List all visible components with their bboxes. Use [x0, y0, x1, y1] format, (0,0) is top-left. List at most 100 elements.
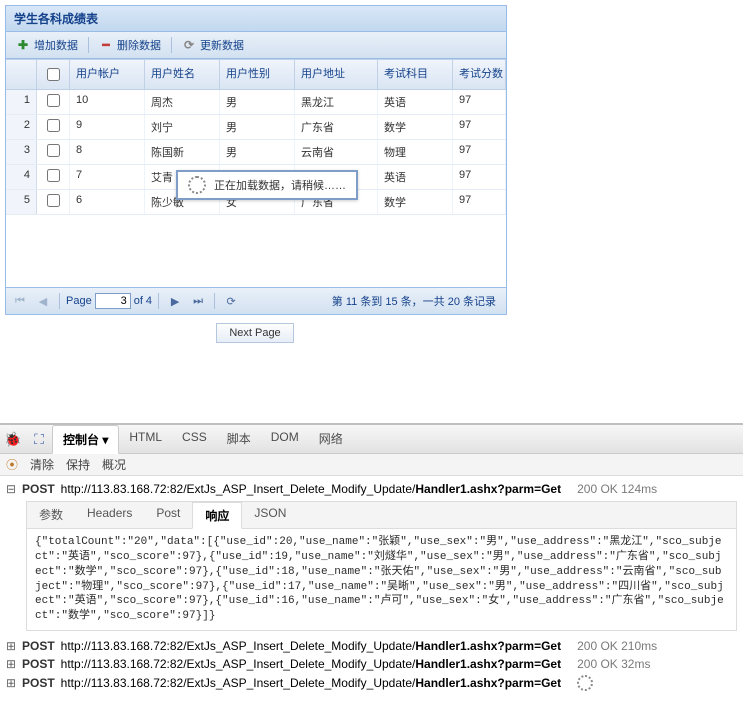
checkbox-header[interactable]: [37, 60, 70, 89]
row-checkbox[interactable]: [47, 119, 60, 132]
loading-mask: 正在加载数据，请稍候……: [176, 170, 358, 200]
request-line[interactable]: ⊞ POST http://113.83.168.72:82/ExtJs_ASP…: [6, 655, 737, 673]
table-row[interactable]: 2 9 刘宁 男 广东省 数学 97: [6, 115, 506, 140]
refresh-icon: ⟳: [182, 38, 196, 52]
paging-toolbar: ⏮ ◀ Page of 4 ▶ ⏭ ⟳ 第 11 条到 15 条，一共 20 条…: [6, 287, 506, 314]
request-method: POST: [22, 676, 55, 690]
row-checkbox[interactable]: [47, 144, 60, 157]
grid-header-row: 用户帐户 用户姓名 用户性别 用户地址 考试科目 考试分数: [6, 60, 506, 90]
cell-address: 云南省: [295, 140, 378, 164]
last-page-button[interactable]: ⏭: [188, 291, 208, 311]
tab-json[interactable]: JSON: [242, 502, 298, 528]
request-status: 200 OK 32ms: [577, 657, 650, 671]
firebug-icon[interactable]: 🐞: [0, 425, 26, 453]
prev-page-button[interactable]: ◀: [33, 291, 53, 311]
cell-score: 97: [453, 165, 506, 189]
separator: [214, 293, 215, 309]
request-url: http://113.83.168.72:82/ExtJs_ASP_Insert…: [61, 676, 561, 690]
page-input[interactable]: [95, 293, 131, 309]
toolbar: ✚ 增加数据 ━ 删除数据 ⟳ 更新数据: [6, 32, 506, 59]
row-checkbox[interactable]: [47, 94, 60, 107]
cell-score: 97: [453, 190, 506, 214]
tab-headers[interactable]: Headers: [75, 502, 144, 528]
cell-address: 黑龙江: [295, 90, 378, 114]
nextpage-button[interactable]: Next Page: [216, 323, 293, 343]
firebug-request-list: ⊟ POST http://113.83.168.72:82/ExtJs_ASP…: [0, 476, 743, 703]
page-of-label: of 4: [134, 295, 152, 307]
cell-subject: 数学: [378, 190, 453, 214]
row-number: 5: [6, 190, 37, 214]
cell-score: 97: [453, 90, 506, 114]
table-row[interactable]: 3 8 陈国新 男 云南省 物理 97: [6, 140, 506, 165]
expand-icon[interactable]: ⊞: [6, 657, 16, 671]
cell-account: 9: [70, 115, 145, 139]
add-button[interactable]: ✚ 增加数据: [12, 35, 82, 55]
expand-icon[interactable]: ⊞: [6, 676, 16, 690]
panel-title: 学生各科成绩表: [6, 6, 506, 32]
expand-icon[interactable]: ⊞: [6, 639, 16, 653]
request-method: POST: [22, 657, 55, 671]
cell-sex: 男: [220, 140, 295, 164]
col-header-score[interactable]: 考试分数: [453, 60, 506, 89]
request-url: http://113.83.168.72:82/ExtJs_ASP_Insert…: [61, 657, 561, 671]
add-label: 增加数据: [34, 37, 78, 53]
separator: [171, 37, 172, 53]
firebug-sub-tabs: ⦿ 清除 保持 概况: [0, 454, 743, 476]
tab-html[interactable]: HTML: [119, 425, 172, 453]
row-number: 4: [6, 165, 37, 189]
delete-button[interactable]: ━ 删除数据: [95, 35, 165, 55]
sub-clear[interactable]: 清除: [30, 456, 54, 473]
tab-console[interactable]: 控制台 ▾: [52, 425, 119, 454]
select-all-checkbox[interactable]: [47, 68, 60, 81]
row-checkbox[interactable]: [47, 169, 60, 182]
request-url: http://113.83.168.72:82/ExtJs_ASP_Insert…: [61, 482, 561, 496]
delete-label: 删除数据: [117, 37, 161, 53]
first-page-button[interactable]: ⏮: [10, 291, 30, 311]
refresh-page-button[interactable]: ⟳: [221, 291, 241, 311]
separator: [158, 293, 159, 309]
tab-script[interactable]: 脚本: [217, 425, 261, 453]
table-row[interactable]: 1 10 周杰 男 黑龙江 英语 97: [6, 90, 506, 115]
row-number: 3: [6, 140, 37, 164]
response-body: {"totalCount":"20","data":[{"use_id":20,…: [27, 529, 736, 630]
collapse-icon[interactable]: ⊟: [6, 482, 16, 496]
col-header-address[interactable]: 用户地址: [295, 60, 378, 89]
cell-name: 陈国新: [145, 140, 220, 164]
detail-tabs: 参数 Headers Post 响应 JSON: [27, 502, 736, 529]
spinner-icon: [577, 675, 593, 691]
sub-profile[interactable]: 概况: [102, 456, 126, 473]
row-checkbox[interactable]: [47, 194, 60, 207]
tab-post[interactable]: Post: [144, 502, 192, 528]
sub-persist[interactable]: 保持: [66, 456, 90, 473]
cell-account: 8: [70, 140, 145, 164]
col-header-name[interactable]: 用户姓名: [145, 60, 220, 89]
page-label: Page: [66, 295, 92, 307]
next-page-button[interactable]: ▶: [165, 291, 185, 311]
request-line[interactable]: ⊞ POST http://113.83.168.72:82/ExtJs_ASP…: [6, 673, 737, 693]
tab-response[interactable]: 响应: [192, 502, 242, 529]
request-line[interactable]: ⊟ POST http://113.83.168.72:82/ExtJs_ASP…: [6, 480, 737, 498]
inspect-icon[interactable]: ⛶: [26, 425, 52, 453]
paging-status: 第 11 条到 15 条，一共 20 条记录: [332, 293, 502, 309]
request-method: POST: [22, 482, 55, 496]
tab-params[interactable]: 参数: [27, 502, 75, 528]
refresh-button[interactable]: ⟳ 更新数据: [178, 35, 248, 55]
firebug-panel: 🐞 ⛶ 控制台 ▾ HTML CSS 脚本 DOM 网络 ⦿ 清除 保持 概况 …: [0, 423, 743, 703]
tab-dom[interactable]: DOM: [261, 425, 309, 453]
tab-css[interactable]: CSS: [172, 425, 217, 453]
tab-net[interactable]: 网络: [309, 425, 353, 453]
minus-icon: ━: [99, 38, 113, 52]
col-header-subject[interactable]: 考试科目: [378, 60, 453, 89]
cell-subject: 英语: [378, 90, 453, 114]
request-line[interactable]: ⊞ POST http://113.83.168.72:82/ExtJs_ASP…: [6, 637, 737, 655]
col-header-sex[interactable]: 用户性别: [220, 60, 295, 89]
break-icon[interactable]: ⦿: [6, 456, 18, 473]
row-number: 2: [6, 115, 37, 139]
request-detail-panel: 参数 Headers Post 响应 JSON {"totalCount":"2…: [26, 501, 737, 631]
loading-text: 正在加载数据，请稍候……: [214, 177, 346, 193]
col-header-account[interactable]: 用户帐户: [70, 60, 145, 89]
cell-sex: 男: [220, 115, 295, 139]
cell-subject: 数学: [378, 115, 453, 139]
cell-address: 广东省: [295, 115, 378, 139]
refresh-label: 更新数据: [200, 37, 244, 53]
